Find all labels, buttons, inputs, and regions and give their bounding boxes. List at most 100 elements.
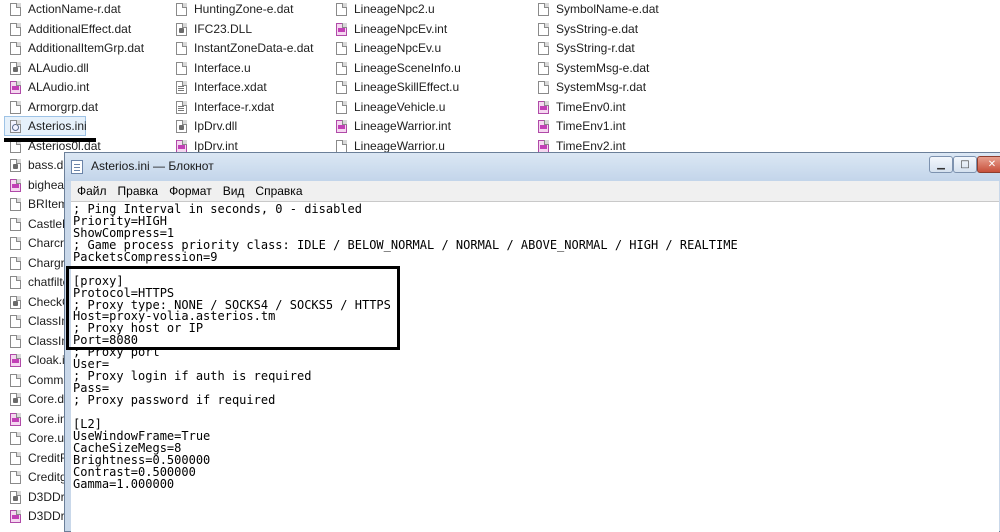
file-name: Interface.u [194,60,251,75]
minimize-button[interactable]: ▁ [929,156,953,173]
file-item[interactable]: LineageSceneInfo.u [330,59,461,79]
text-editor[interactable]: ; Ping Interval in seconds, 0 - disabled… [71,201,999,532]
text-line: ; Proxy password if required [73,393,276,407]
text-line: PacketsCompression=9 [73,249,218,264]
file-name: Interface-r.xdat [194,99,275,114]
dll-icon [10,159,21,172]
dll-icon [10,393,21,406]
file-icon [10,217,21,231]
int-icon [10,412,21,426]
file-name: Interface.xdat [194,80,267,94]
annotation-box [66,266,400,350]
file-icon [10,315,21,328]
int-icon [10,510,21,523]
file-name: SystemMsg-r.dat [556,80,647,94]
file-item[interactable]: Asterios.ini [4,117,144,137]
file-name: LineageWarrior.u [354,138,445,153]
text-line: ; Ping Interval in seconds, 0 - disabled [73,202,362,216]
file-icon [176,61,187,75]
file-icon [336,81,347,94]
menu-view[interactable]: Вид [218,181,250,201]
file-icon [10,22,21,36]
file-item[interactable]: Interface.xdat [170,78,313,98]
file-name: InstantZoneData-e.dat [194,41,314,55]
file-icon [538,3,549,16]
menu-format[interactable]: Формат [164,181,217,201]
int-icon [538,120,549,133]
file-name: LineageSceneInfo.u [354,60,461,75]
file-icon [538,42,549,55]
file-column-3: LineageNpc2.u LineageNpcEv.int LineageNpcE… [330,0,461,156]
file-item[interactable]: LineageSkillEffect.u [330,78,461,98]
file-item[interactable]: TimeEnv1.int [532,117,659,137]
file-icon [10,276,21,289]
file-name: TimeEnv1.int [556,119,626,133]
dll-icon [10,490,21,504]
maximize-button[interactable]: □ [953,156,977,173]
file-icon [10,100,21,114]
menu-bar: Файл Правка Формат Вид Справка [71,181,999,202]
menu-edit[interactable]: Правка [113,181,164,201]
file-item[interactable]: InstantZoneData-e.dat [170,39,313,59]
file-name: IFC23.DLL [194,21,253,36]
file-name: HuntingZone-e.dat [194,2,294,16]
dll-icon [10,61,21,75]
file-name: bass.dll [28,158,69,172]
file-name: SymbolName-e.dat [556,2,659,16]
file-icon [10,432,21,445]
file-name: AdditionalItemGrp.dat [28,41,145,55]
file-item[interactable]: Armorgrp.dat [4,98,144,118]
file-item[interactable]: SysString-e.dat [532,20,659,40]
file-item[interactable]: SymbolName-e.dat [532,0,659,20]
menu-help[interactable]: Справка [250,181,307,201]
int-icon [10,81,21,94]
file-item[interactable]: AdditionalItemGrp.dat [4,39,144,59]
file-item[interactable]: LineageNpc2.u [330,0,461,20]
file-icon [336,100,347,114]
file-item[interactable]: LineageNpcEv.int [330,20,461,40]
file-item[interactable]: SystemMsg-r.dat [532,78,659,98]
file-item[interactable]: LineageWarrior.int [330,117,461,137]
dll-icon [176,120,187,133]
file-icon [10,373,21,387]
file-item[interactable]: ALAudio.int [4,78,144,98]
file-icon [10,42,21,55]
file-item[interactable]: SysString-r.dat [532,39,659,59]
file-item[interactable]: LineageNpcEv.u [330,39,461,59]
file-item[interactable]: Interface-r.xdat [170,98,313,118]
ini-icon [10,120,21,133]
file-name: LineageNpc2.u [354,2,435,16]
file-name: AdditionalEffect.dat [28,21,132,36]
title-bar[interactable]: Asterios.ini — Блокнот ▁ □ ✕ [65,153,1000,181]
file-item[interactable]: HuntingZone-e.dat [170,0,313,20]
int-icon [10,354,21,367]
file-icon [176,3,187,16]
file-icon [10,237,21,250]
file-item[interactable]: LineageVehicle.u [330,98,461,118]
file-name: Asterios.ini [28,119,87,133]
file-icon [336,42,347,55]
text-line: Gamma=1.000000 [73,476,175,491]
file-item[interactable]: Interface.u [170,59,313,79]
annotation-underline [4,138,96,142]
menu-file[interactable]: Файл [72,181,112,201]
close-button[interactable]: ✕ [977,156,1000,173]
text-line: ; Proxy login if auth is required [73,369,312,384]
file-name: LineageWarrior.int [354,119,451,133]
file-item[interactable]: ALAudio.dll [4,59,144,79]
file-name: TimeEnv2.int [556,138,626,153]
int-icon [538,139,549,153]
file-item[interactable]: AdditionalEffect.dat [4,20,144,40]
file-icon [336,139,347,153]
checkgr-icon [10,295,21,309]
file-item[interactable]: IpDrv.dll [170,117,313,137]
file-item[interactable]: SystemMsg-e.dat [532,59,659,79]
file-icon [10,451,21,465]
file-icon [10,334,21,348]
notepad-icon [71,160,83,174]
file-name: TimeEnv0.int [556,99,626,114]
file-item[interactable]: IFC23.DLL [170,20,313,40]
file-item[interactable]: ActionName-r.dat [4,0,144,20]
file-name: Core.u [28,431,65,445]
file-item[interactable]: TimeEnv0.int [532,98,659,118]
